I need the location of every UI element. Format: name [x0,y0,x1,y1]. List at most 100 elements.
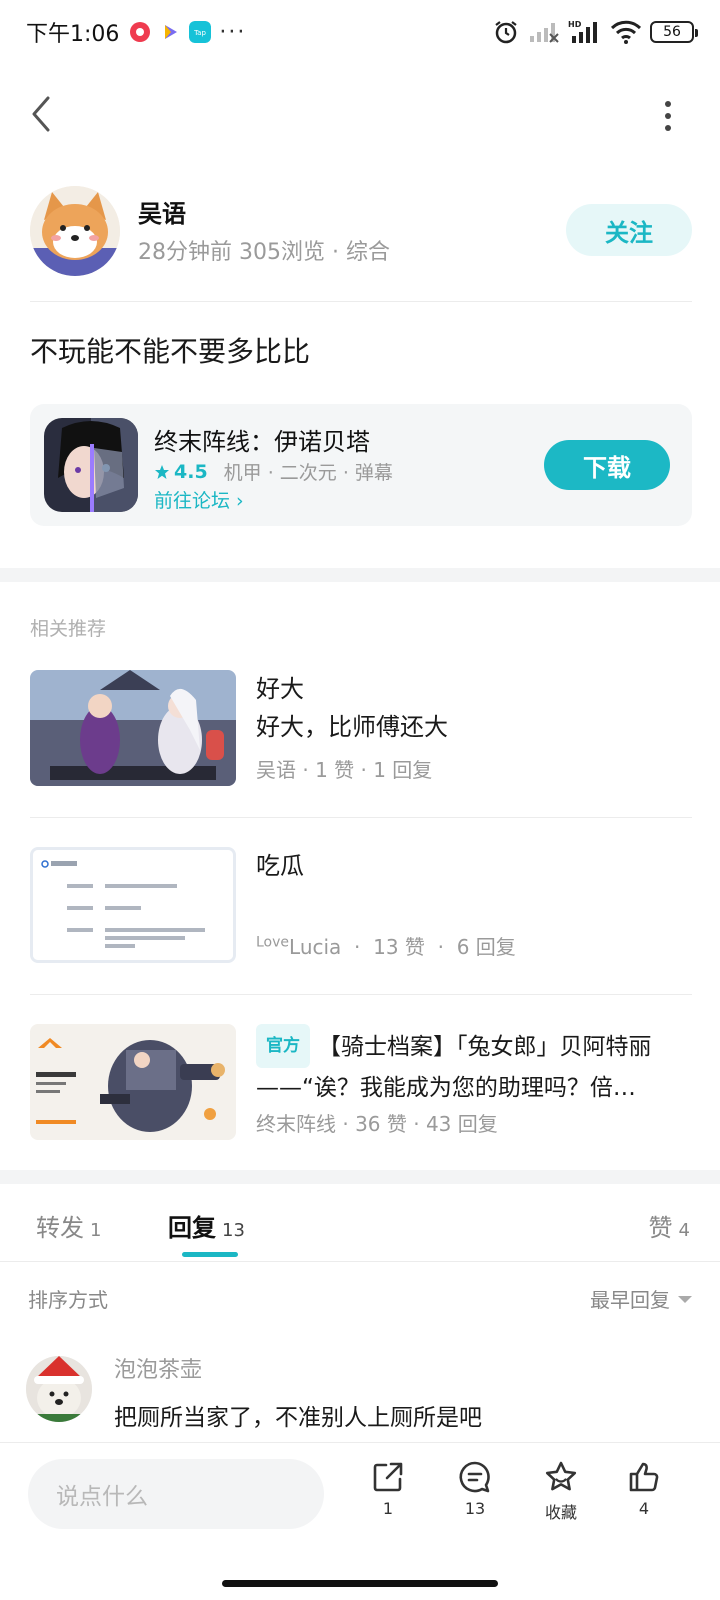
share-count: 1 [382,1499,394,1518]
battery-level: 56 [663,24,681,40]
author-header: 吴语 28分钟前 305浏览 · 综合 关注 [30,186,692,278]
section-separator [0,1170,720,1184]
related-item-title: 好大 [256,675,304,703]
game-art-icon [44,418,138,512]
comment-count: 13 [464,1499,486,1518]
meta-user-superscript: Love [256,934,290,951]
author-name[interactable]: 吴语 [138,194,186,229]
game-scene-image [30,670,236,786]
play-store-icon [165,25,178,39]
related-item-meta: 终末阵线 · 36 赞 · 43 回复 [256,1112,498,1136]
tab-repost-label: 转发 [36,1214,84,1242]
sort-dropdown[interactable]: 最早回复 [590,1284,692,1313]
related-item[interactable]: 好大 好大，比师傅还大 吴语 · 1 赞 · 1 回复 [30,670,692,788]
star-outline-icon [545,1461,577,1491]
like-count: 4 [638,1499,650,1518]
divider [30,817,692,818]
related-item-meta: LoveLucia · 13 赞 · 6 回复 [256,931,516,960]
nav-bar [0,76,720,152]
share-button[interactable]: 1 [358,1459,418,1518]
status-time: 下午1:06 [26,22,120,47]
sort-row: 排序方式 最早回复 [28,1284,692,1318]
caret-down-icon [678,1295,692,1303]
download-button[interactable]: 下载 [544,440,670,490]
author-avatar[interactable] [30,186,120,276]
signal-weak-icon [530,23,559,43]
status-right-icons: HD 56 [492,18,698,46]
back-arrow-icon[interactable] [26,94,56,134]
like-button[interactable]: 4 [614,1459,674,1518]
comment-text: 把厕所当家了，不准别人上厕所是吧 [114,1405,482,1431]
related-title: 相关推荐 [30,618,107,640]
thumbs-up-icon [629,1462,659,1492]
related-item-title: 吃瓜 [256,852,304,880]
wifi-icon [610,20,642,44]
tab-bar: 转发 1 回复 13 赞4 [0,1192,720,1262]
sort-value: 最早回复 [590,1288,670,1312]
post-content: 不玩能不能不要多比比 [30,335,311,368]
game-rating-value: 4.5 [174,460,208,483]
battery-icon: 56 [650,21,698,43]
game-card[interactable]: 终末阵线：伊诺贝塔 4.5 机甲 · 二次元 · 弹幕 前往论坛 › 下载 [30,404,692,526]
tab-repost[interactable]: 转发 1 [36,1208,101,1243]
forum-link[interactable]: 前往论坛 › [154,486,244,513]
alarm-icon [495,21,517,44]
divider [30,994,692,995]
related-text: 吃瓜 [256,847,692,885]
author-meta: 28分钟前 305浏览 · 综合 [138,240,390,265]
dog-santa-avatar-icon [26,1356,92,1422]
tab-like-count: 4 [678,1220,690,1241]
comment-item[interactable]: 泡泡茶壶 把厕所当家了，不准别人上厕所是吧 [26,1350,692,1431]
commenter-name[interactable]: 泡泡茶壶 [114,1352,202,1384]
official-badge: 官方 [256,1024,310,1068]
bottom-action-bar: 说点什么 1 13 收藏 4 [0,1442,720,1542]
related-thumbnail [30,847,236,963]
share-icon [373,1462,403,1492]
tab-like[interactable]: 赞4 [649,1208,690,1243]
section-separator [0,568,720,582]
related-text: 官方 【骑士档案】「兔女郎」贝阿特丽——“诶？我能成为您的助理吗？倍… [256,1024,692,1104]
status-app-icons: Tap [129,21,212,43]
game-name: 终末阵线：伊诺贝塔 [154,428,370,456]
related-thumbnail [30,1024,236,1140]
shiba-avatar-icon [30,186,120,276]
game-icon [44,418,138,512]
meta-stats: · 13 赞 · 6 回复 [341,935,516,959]
comment-input[interactable]: 说点什么 [28,1459,324,1529]
signal-hd-icon: HD [568,20,597,43]
favorite-label: 收藏 [544,1503,577,1522]
commenter-avatar[interactable] [26,1356,92,1422]
meta-user: Lucia [289,935,342,959]
related-item-meta: 吴语 · 1 赞 · 1 回复 [256,758,433,782]
music-app-icon [130,22,151,42]
related-item-subtitle: 好大，比师傅还大 [256,713,448,741]
status-bar: 下午1:06 Tap ··· HD 56 [0,0,720,64]
status-more-icon: ··· [219,19,247,45]
svg-text:HD: HD [568,20,582,29]
divider [30,301,692,302]
document-screenshot-image [33,850,233,960]
tab-reply-label: 回复 [168,1214,216,1242]
comment-bubble-icon [459,1461,490,1493]
tab-indicator [182,1252,238,1257]
related-item[interactable]: 吃瓜 LoveLucia · 13 赞 · 6 回复 [30,847,692,965]
follow-button[interactable]: 关注 [566,204,692,256]
tab-reply[interactable]: 回复 13 [168,1208,245,1243]
related-item[interactable]: 官方 【骑士档案】「兔女郎」贝阿特丽——“诶？我能成为您的助理吗？倍… 终末阵线 … [30,1024,692,1142]
game-meta: 4.5 机甲 · 二次元 · 弹幕 [154,458,393,485]
game-rating: 4.5 [154,461,208,483]
related-text: 好大 好大，比师傅还大 [256,670,692,746]
comment-button[interactable]: 13 [445,1459,505,1518]
taptap-app-icon: Tap [189,21,212,43]
game-tags: 机甲 · 二次元 · 弹幕 [223,462,393,484]
related-item-title: 官方 【骑士档案】「兔女郎」贝阿特丽——“诶？我能成为您的助理吗？倍… [256,1024,692,1104]
more-vertical-icon[interactable] [660,98,676,134]
favorite-button[interactable]: 收藏 [531,1459,591,1523]
tab-like-label: 赞 [648,1214,673,1242]
svg-text:Tap: Tap [193,29,206,37]
related-thumbnail [30,670,236,786]
home-indicator[interactable] [222,1580,498,1587]
character-mecha-image [30,1024,236,1140]
star-icon [155,464,169,479]
sort-label: 排序方式 [28,1288,108,1312]
